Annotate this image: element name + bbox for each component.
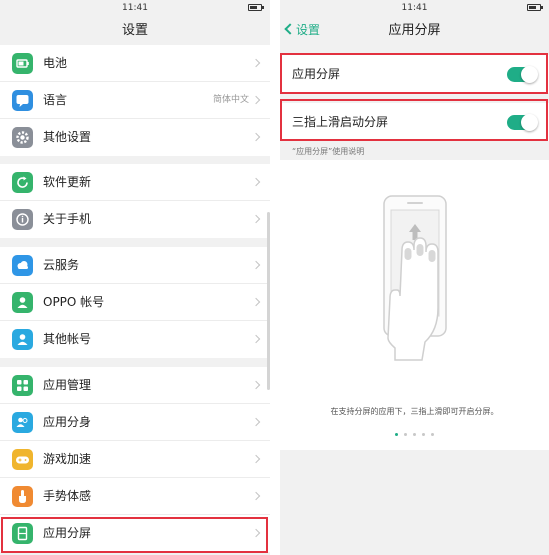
- settings-item-other-settings[interactable]: 其他设置: [0, 119, 270, 156]
- settings-item-about-phone[interactable]: 关于手机: [0, 201, 270, 238]
- highlight-box: [280, 99, 548, 141]
- settings-item-label: 应用管理: [43, 378, 92, 392]
- chevron-right-icon: [251, 214, 261, 224]
- back-button[interactable]: 设置: [284, 16, 321, 45]
- status-time: 11:41: [401, 3, 428, 13]
- page-dot[interactable]: [431, 433, 434, 436]
- settings-item-label: 软件更新: [43, 175, 92, 189]
- chevron-right-icon: [251, 491, 261, 501]
- three-finger-swipe-illustration: [383, 195, 447, 361]
- page-title: 应用分屏: [388, 23, 441, 38]
- gear-icon: [12, 127, 33, 148]
- clone-icon: [12, 412, 33, 433]
- settings-item-label: 云服务: [43, 258, 80, 272]
- status-time: 11:41: [122, 3, 148, 13]
- apps-grid-icon: [12, 375, 33, 396]
- settings-item-label: 语言: [43, 93, 68, 107]
- settings-item-label: 应用分身: [43, 415, 92, 429]
- settings-item-software-update[interactable]: 软件更新: [0, 164, 270, 201]
- cloud-icon: [12, 255, 33, 276]
- settings-item-game-boost[interactable]: 游戏加速: [0, 441, 270, 478]
- settings-item-label: OPPO 帐号: [43, 295, 105, 309]
- status-bar: 11:41: [280, 0, 549, 16]
- chevron-right-icon: [251, 95, 261, 105]
- page-dot[interactable]: [413, 433, 416, 436]
- settings-item-app-management[interactable]: 应用管理: [0, 367, 270, 404]
- usage-caption: 在支持分屏的应用下，三指上滑即可开启分屏。: [330, 407, 499, 416]
- page-title: 设置: [121, 23, 148, 38]
- settings-item-label: 其他帐号: [43, 332, 92, 346]
- chevron-left-icon: [284, 23, 296, 35]
- info-icon: [12, 209, 33, 230]
- chevron-right-icon: [251, 297, 261, 307]
- settings-item-language[interactable]: 语言 简体中文: [0, 82, 270, 119]
- usage-hint: “应用分屏”使用说明: [292, 147, 365, 156]
- highlight-box: [1, 517, 268, 553]
- chevron-right-icon: [251, 380, 261, 390]
- settings-item-label: 手势体感: [43, 489, 92, 503]
- chevron-right-icon: [251, 260, 261, 270]
- nav-bar: 设置: [0, 16, 270, 45]
- battery-status-icon: [527, 4, 543, 11]
- settings-item-label: 关于手机: [43, 212, 92, 226]
- hand-icon: [12, 486, 33, 507]
- settings-group-about: 软件更新 关于手机: [0, 164, 270, 238]
- battery-status-icon: [248, 4, 264, 11]
- scrollbar[interactable]: [267, 212, 270, 390]
- page-dot[interactable]: [395, 433, 398, 436]
- highlight-box: [280, 53, 548, 94]
- settings-item-oppo-account[interactable]: OPPO 帐号: [0, 284, 270, 321]
- language-icon: [12, 90, 33, 111]
- split-screen-screen: 11:41 设置 应用分屏 应用分屏 三指上滑启动分屏 “应用分屏”使用说明 在…: [280, 0, 549, 555]
- person-icon: [12, 329, 33, 350]
- status-bar: 11:41: [0, 0, 270, 16]
- battery-icon: [12, 53, 33, 74]
- chevron-right-icon: [251, 417, 261, 427]
- page-indicator: [280, 433, 549, 436]
- chevron-right-icon: [251, 334, 261, 344]
- gamepad-icon: [12, 449, 33, 470]
- settings-group-system: 电池 语言 简体中文 其他设置: [0, 45, 270, 156]
- chevron-right-icon: [251, 58, 261, 68]
- usage-illustration-card: 在支持分屏的应用下，三指上滑即可开启分屏。: [280, 160, 549, 450]
- page-dot[interactable]: [404, 433, 407, 436]
- settings-screen: 11:41 设置 电池 语言 简体中文 其他设置 软件更新 关于手机 云服务 O…: [0, 0, 270, 555]
- settings-item-label: 游戏加速: [43, 452, 92, 466]
- settings-item-other-accounts[interactable]: 其他帐号: [0, 321, 270, 358]
- chevron-right-icon: [251, 177, 261, 187]
- refresh-icon: [12, 172, 33, 193]
- settings-item-battery[interactable]: 电池: [0, 45, 270, 82]
- person-icon: [12, 292, 33, 313]
- settings-group-accounts: 云服务 OPPO 帐号 其他帐号: [0, 247, 270, 358]
- chevron-right-icon: [251, 132, 261, 142]
- language-value: 简体中文: [212, 95, 249, 105]
- settings-item-label: 电池: [43, 56, 68, 70]
- settings-item-cloud[interactable]: 云服务: [0, 247, 270, 284]
- settings-item-gestures[interactable]: 手势体感: [0, 478, 270, 515]
- back-label: 设置: [296, 23, 321, 37]
- settings-item-app-clone[interactable]: 应用分身: [0, 404, 270, 441]
- settings-item-label: 其他设置: [43, 130, 92, 144]
- chevron-right-icon: [251, 454, 261, 464]
- nav-bar: 设置 应用分屏: [280, 16, 549, 45]
- page-dot[interactable]: [422, 433, 425, 436]
